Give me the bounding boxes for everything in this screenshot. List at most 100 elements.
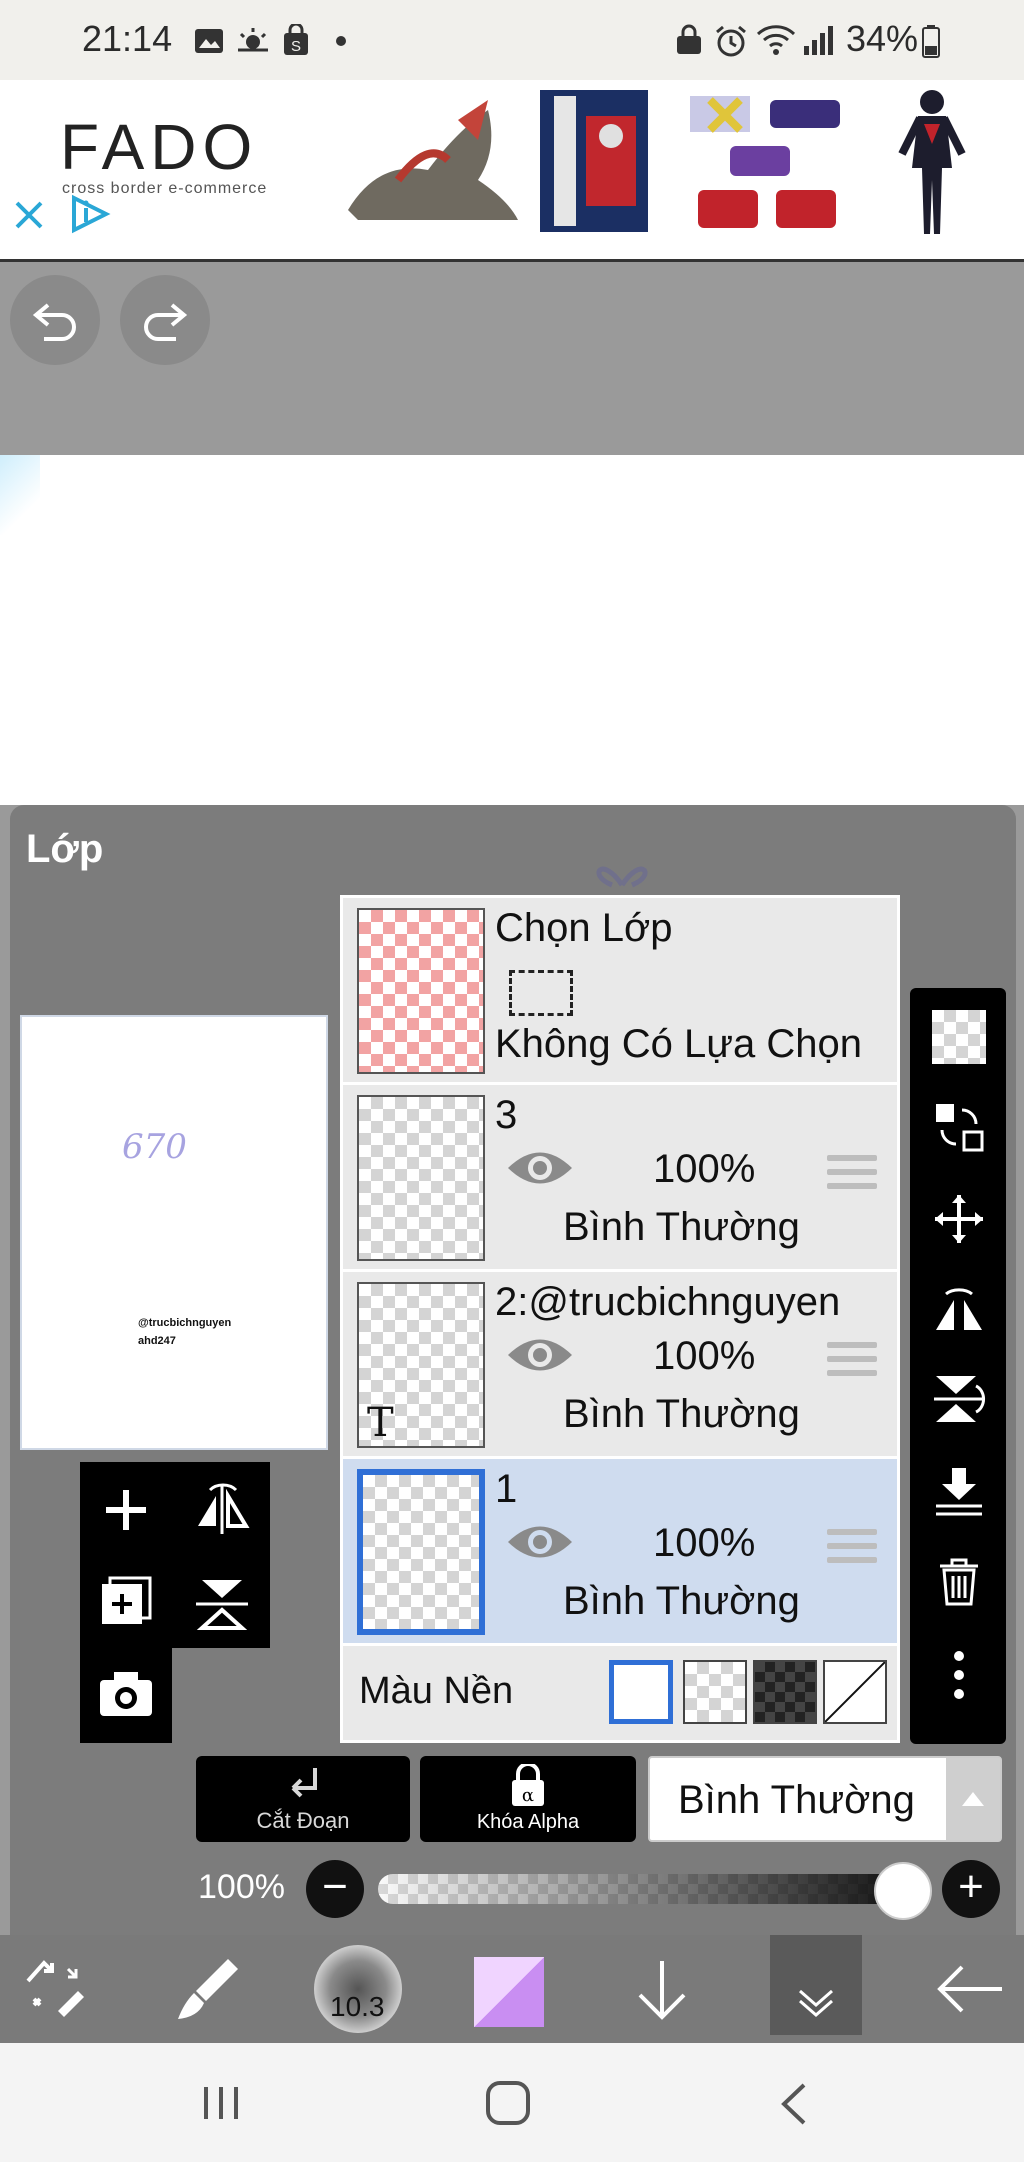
back-arrow-icon[interactable] bbox=[934, 1953, 1006, 2025]
bg-none-swatch[interactable] bbox=[823, 1660, 887, 1724]
brush-size-value: 10.3 bbox=[330, 1991, 385, 2022]
signal-icon bbox=[802, 24, 836, 56]
layer-name: 1 bbox=[495, 1467, 518, 1511]
eye-icon[interactable] bbox=[505, 1517, 575, 1567]
clip-label: Cắt Đoạn bbox=[256, 1808, 350, 1833]
redo-button[interactable] bbox=[120, 275, 210, 365]
home-icon[interactable] bbox=[484, 2079, 532, 2127]
layer-row[interactable]: T 2:@trucbichnguyen 100% Bình Thường bbox=[343, 1272, 897, 1459]
opacity-label: 100% bbox=[198, 1868, 285, 1906]
flip-horizontal-button[interactable] bbox=[192, 1480, 252, 1540]
bg-dark-checker-swatch[interactable] bbox=[753, 1660, 817, 1724]
right-toolbar bbox=[910, 988, 1006, 1744]
canvas-glow bbox=[0, 455, 40, 535]
preview-number: 670 bbox=[122, 1127, 187, 1167]
close-icon[interactable] bbox=[12, 198, 46, 232]
layer-name: 2:@trucbichnguyen bbox=[495, 1280, 841, 1324]
panel-title: Lớp bbox=[26, 827, 104, 871]
product-toys-image bbox=[680, 90, 850, 235]
layer-thumbnail bbox=[357, 1469, 485, 1635]
opacity-decrease-button[interactable]: − bbox=[306, 1860, 364, 1918]
brush-size-button[interactable]: 10.3 bbox=[314, 1945, 402, 2033]
swap-layer-icon[interactable] bbox=[932, 1100, 986, 1154]
weather-icon bbox=[236, 26, 270, 54]
tool-switch-icon[interactable] bbox=[18, 1953, 90, 2025]
background-color-row: Màu Nền bbox=[343, 1646, 897, 1740]
layers-panel-button[interactable] bbox=[770, 1935, 862, 2035]
back-icon[interactable] bbox=[776, 2081, 812, 2127]
redo-icon bbox=[140, 297, 190, 343]
color-swatch-button[interactable] bbox=[474, 1957, 544, 2027]
product-figure-image bbox=[338, 90, 528, 235]
battery-percent: 34% bbox=[846, 18, 919, 59]
eye-icon[interactable] bbox=[505, 1330, 575, 1380]
layer-thumbnail: T bbox=[357, 1282, 485, 1448]
undo-icon bbox=[30, 297, 80, 343]
opacity-increase-button[interactable]: + bbox=[942, 1860, 1000, 1918]
text-layer-icon: T bbox=[367, 1400, 394, 1446]
alarm-icon bbox=[714, 24, 748, 58]
eye-icon[interactable] bbox=[505, 1143, 575, 1193]
alpha-lock-icon: α bbox=[506, 1764, 550, 1808]
wifi-icon bbox=[756, 22, 796, 56]
product-hero-figure-image bbox=[890, 84, 974, 238]
layer-opacity: 100% bbox=[653, 1521, 756, 1565]
brush-icon[interactable] bbox=[172, 1953, 244, 2025]
flip-vertical-icon[interactable] bbox=[932, 1372, 986, 1426]
flip-horizontal-icon[interactable] bbox=[932, 1282, 986, 1336]
system-nav-bar bbox=[0, 2043, 1024, 2162]
alpha-lock-label: Khóa Alpha bbox=[476, 1811, 580, 1833]
merge-down-icon[interactable] bbox=[932, 1464, 986, 1518]
image-notification-icon bbox=[194, 28, 224, 54]
status-bar: 21:14 S 34% bbox=[0, 0, 1024, 80]
more-options-icon[interactable] bbox=[932, 1648, 986, 1702]
layer-blend-mode: Bình Thường bbox=[563, 1205, 800, 1249]
layer-name: 3 bbox=[495, 1093, 518, 1137]
trash-icon[interactable] bbox=[932, 1554, 986, 1608]
svg-text:α: α bbox=[522, 1785, 534, 1806]
blend-mode-value: Bình Thường bbox=[678, 1778, 915, 1822]
transparency-button[interactable] bbox=[932, 1010, 986, 1064]
undo-button[interactable] bbox=[10, 275, 100, 365]
layer-blend-mode: Bình Thường bbox=[563, 1392, 800, 1436]
clip-arrow-icon bbox=[281, 1764, 325, 1808]
camera-tools-group bbox=[80, 1648, 172, 1743]
selection-layer-row[interactable]: Chọn Lớp Không Có Lựa Chọn bbox=[343, 898, 897, 1085]
drag-handle[interactable] bbox=[827, 1342, 877, 1378]
chevron-up-icon bbox=[946, 1758, 1000, 1840]
layer-opacity: 100% bbox=[653, 1147, 756, 1191]
ad-banner[interactable]: FADO cross border e-commerce bbox=[0, 80, 1024, 262]
drag-handle[interactable] bbox=[827, 1529, 877, 1565]
canvas-preview: 670 @trucbichnguyen ahd247 bbox=[20, 1015, 328, 1450]
clip-button[interactable]: Cắt Đoạn bbox=[196, 1756, 410, 1842]
background-color-label: Màu Nền bbox=[359, 1670, 514, 1712]
selection-marquee-icon bbox=[509, 970, 573, 1016]
opacity-slider[interactable] bbox=[378, 1874, 918, 1904]
preview-credit-2: ahd247 bbox=[138, 1335, 176, 1347]
svg-text:S: S bbox=[291, 38, 301, 55]
add-layer-button[interactable] bbox=[96, 1480, 156, 1540]
flip-vertical-button[interactable] bbox=[192, 1574, 252, 1634]
selection-thumbnail bbox=[357, 908, 485, 1074]
opacity-slider-handle[interactable] bbox=[874, 1862, 932, 1920]
bg-white-swatch[interactable] bbox=[609, 1660, 673, 1724]
blend-mode-select[interactable]: Bình Thường bbox=[648, 1756, 1002, 1842]
ad-choices-icon[interactable] bbox=[68, 194, 112, 234]
layer-row[interactable]: 3 100% Bình Thường bbox=[343, 1085, 897, 1272]
preview-credit-1: @trucbichnguyen bbox=[138, 1317, 232, 1329]
alpha-lock-button[interactable]: α Khóa Alpha bbox=[420, 1756, 636, 1842]
layer-row-selected[interactable]: 1 100% Bình Thường bbox=[343, 1459, 897, 1646]
shopping-bag-icon: S bbox=[282, 24, 310, 56]
product-box-image bbox=[536, 86, 652, 236]
selection-title: Chọn Lớp bbox=[495, 906, 673, 950]
lock-rotate-icon bbox=[674, 24, 704, 56]
drag-handle[interactable] bbox=[827, 1155, 877, 1191]
camera-button[interactable] bbox=[96, 1664, 156, 1724]
battery-icon bbox=[922, 24, 940, 58]
recent-apps-icon[interactable] bbox=[196, 2083, 246, 2123]
drawing-canvas[interactable] bbox=[0, 455, 1024, 805]
move-icon[interactable] bbox=[932, 1192, 986, 1246]
add-copy-layer-button[interactable] bbox=[96, 1574, 156, 1634]
download-arrow-icon[interactable] bbox=[626, 1953, 698, 2025]
bg-transparent-swatch[interactable] bbox=[683, 1660, 747, 1724]
